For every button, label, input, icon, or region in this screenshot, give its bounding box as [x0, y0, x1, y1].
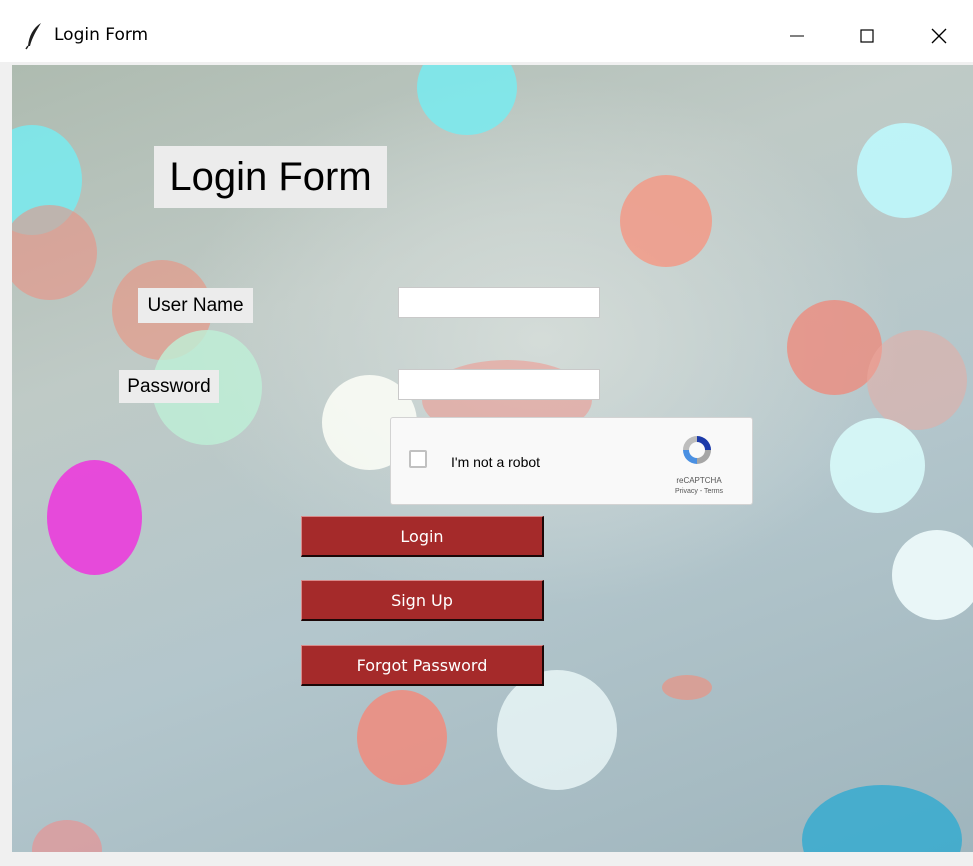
bottom-border [0, 852, 973, 866]
password-input[interactable] [398, 369, 600, 400]
bokeh-circle [47, 460, 142, 575]
bokeh-circle [417, 65, 517, 135]
recaptcha-checkbox[interactable] [409, 450, 427, 468]
background-image: Login Form User Name Password I'm not a … [12, 65, 973, 852]
bokeh-circle [32, 820, 102, 852]
bokeh-circle [12, 205, 97, 300]
username-label: User Name [138, 288, 253, 323]
bokeh-circle [892, 530, 973, 620]
recaptcha-brand: reCAPTCHA [676, 476, 722, 485]
bokeh-circle [857, 123, 952, 218]
maximize-button[interactable] [844, 14, 890, 58]
bokeh-circle [867, 330, 967, 430]
window-title: Login Form [54, 25, 149, 45]
bokeh-circle [662, 675, 712, 700]
recaptcha-links[interactable]: Privacy - Terms [664, 488, 734, 495]
login-window: Login Form Login Form User Name Password… [0, 0, 973, 866]
feather-icon [25, 23, 41, 50]
bokeh-circle [802, 785, 962, 852]
login-button[interactable]: Login [301, 516, 544, 557]
bokeh-circle [357, 690, 447, 785]
recaptcha-logo-icon [683, 436, 711, 464]
minimize-icon [790, 35, 804, 37]
maximize-icon [860, 29, 874, 43]
forgot-password-button[interactable]: Forgot Password [301, 645, 544, 686]
recaptcha-widget: I'm not a robot reCAPTCHA Privacy - Term… [390, 417, 753, 505]
signup-button[interactable]: Sign Up [301, 580, 544, 621]
close-button[interactable] [916, 14, 962, 58]
recaptcha-label: I'm not a robot [451, 454, 541, 470]
bokeh-circle [620, 175, 712, 267]
bokeh-circle [497, 670, 617, 790]
title-bar[interactable]: Login Form [0, 0, 973, 62]
minimize-button[interactable] [774, 14, 820, 58]
close-icon [931, 28, 947, 44]
page-title: Login Form [154, 146, 387, 208]
username-input[interactable] [398, 287, 600, 318]
bokeh-circle [830, 418, 925, 513]
password-label: Password [119, 370, 219, 403]
